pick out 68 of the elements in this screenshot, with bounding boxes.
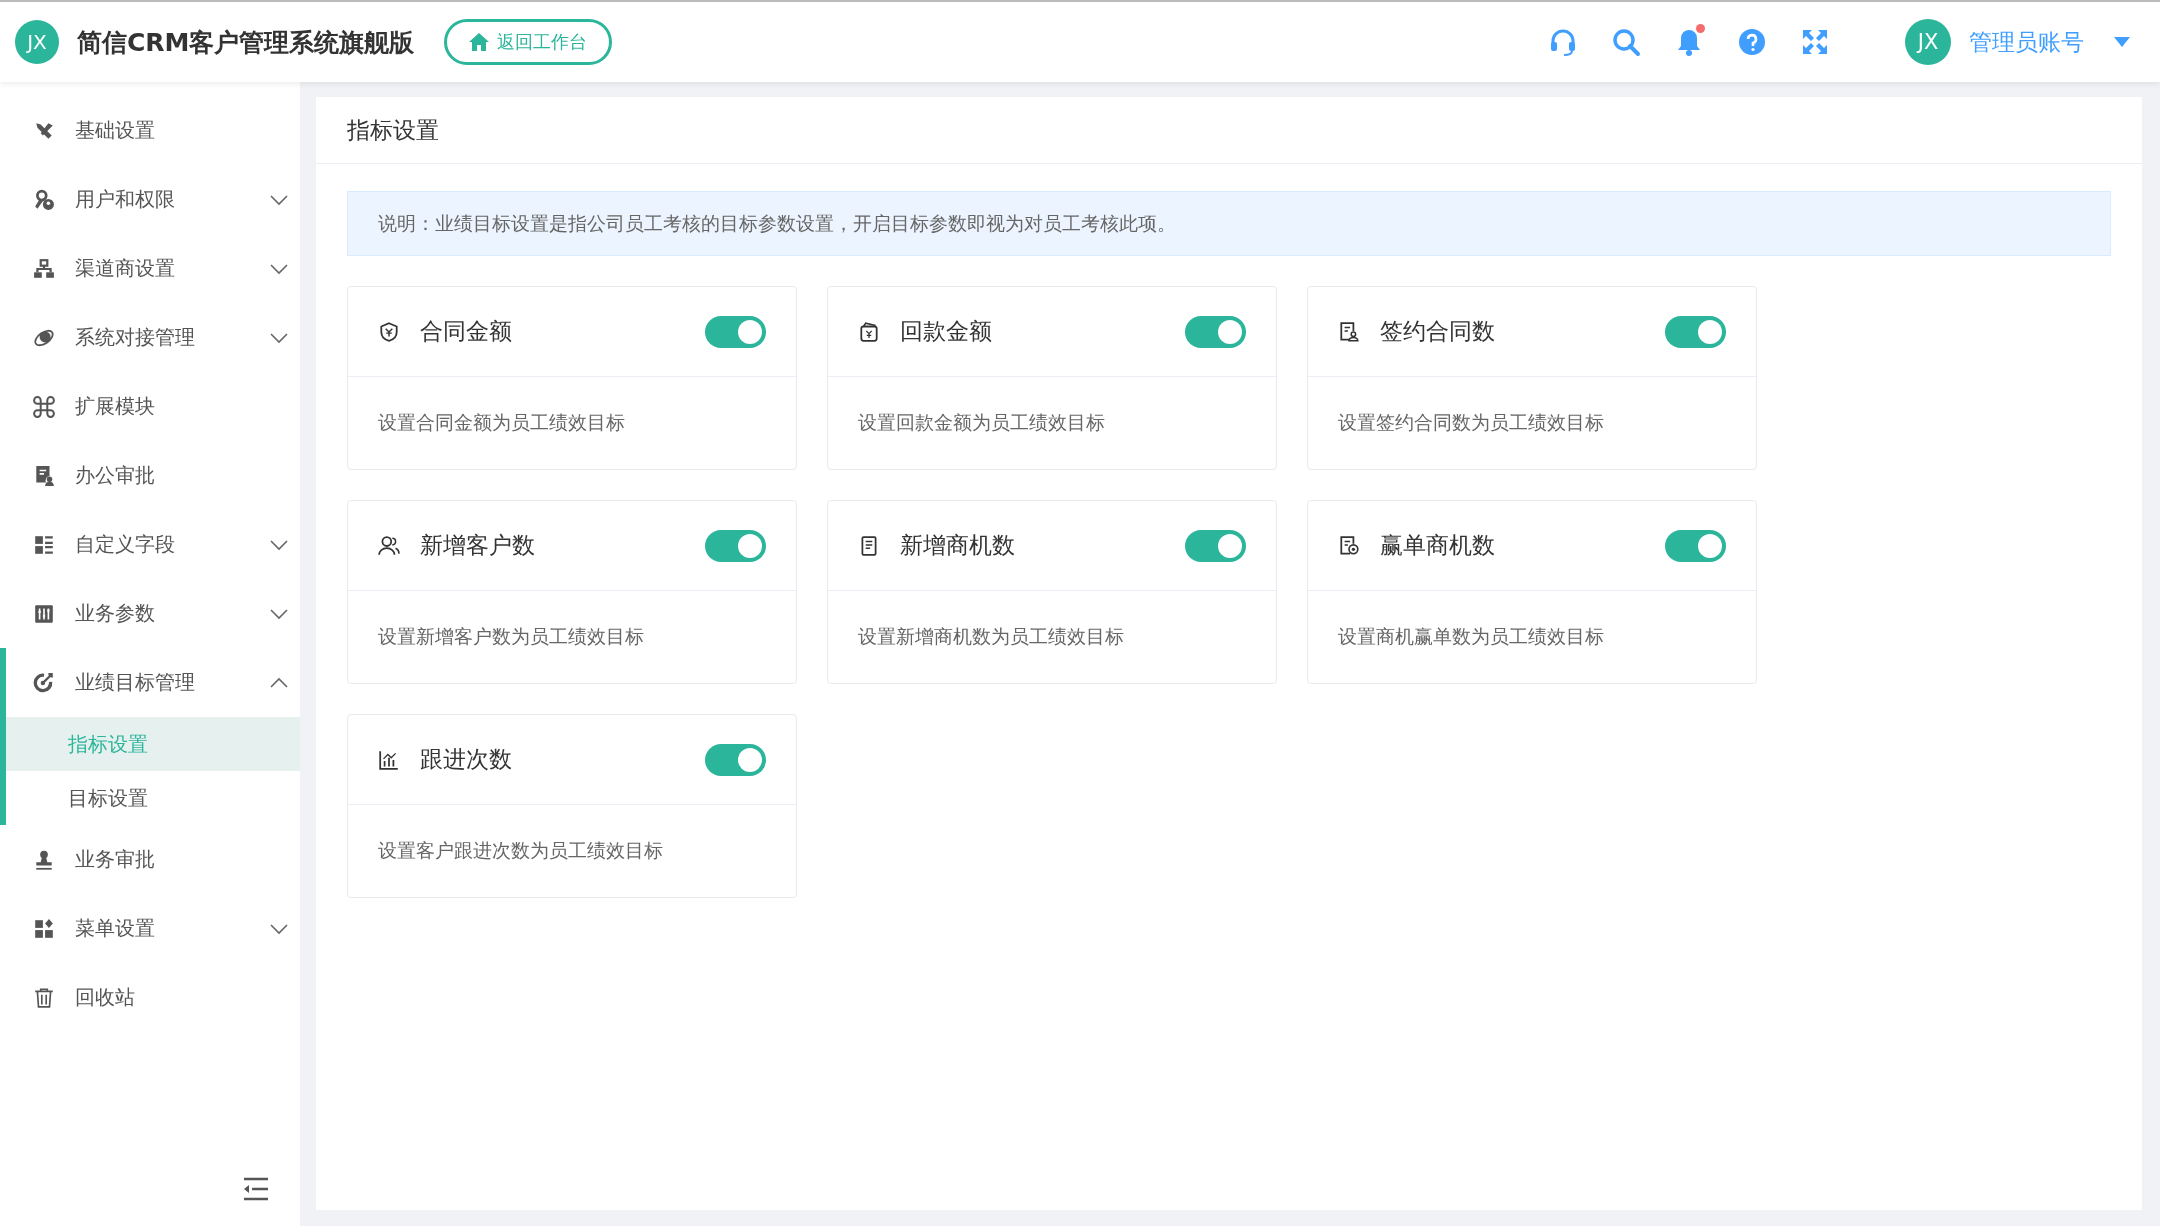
shield-yen-icon	[378, 320, 400, 343]
chevron-icon	[270, 262, 288, 275]
help-icon[interactable]	[1737, 27, 1767, 57]
sidebar-item[interactable]: 业务审批	[0, 825, 300, 894]
submenu-item[interactable]: 目标设置	[6, 771, 300, 825]
command-icon	[33, 395, 55, 418]
card-title: 赢单商机数	[1380, 531, 1496, 560]
toggle-switch[interactable]	[705, 315, 766, 348]
sidebar-item[interactable]: 业务参数	[0, 579, 300, 648]
sidebar-item[interactable]: 渠道商设置	[0, 234, 300, 303]
home-icon	[469, 33, 490, 51]
stamp-icon	[33, 848, 55, 871]
users-icon	[378, 534, 400, 557]
sidebar-item[interactable]: 基础设置	[0, 96, 300, 165]
sidebar-item[interactable]: 系统对接管理	[0, 303, 300, 372]
toggle-switch[interactable]	[1185, 315, 1246, 348]
sidebar-item[interactable]: 自定义字段	[0, 510, 300, 579]
sidebar-item[interactable]: 菜单设置	[0, 894, 300, 963]
logo: JX	[15, 20, 59, 64]
key-user-icon	[33, 188, 55, 211]
contract-user-icon	[1338, 320, 1360, 343]
widgets-icon	[33, 917, 55, 940]
sidebar-item[interactable]: 回收站	[0, 963, 300, 1032]
chevron-icon	[270, 607, 288, 620]
target-icon	[33, 671, 55, 694]
card-description: 设置新增客户数为员工绩效目标	[377, 624, 645, 649]
notice-text: 说明：业绩目标设置是指公司员工考核的目标参数设置，开启目标参数即视为对员工考核此项。	[347, 191, 2111, 256]
sidebar-item[interactable]: 业绩目标管理	[6, 648, 300, 717]
sidebar-item[interactable]: 扩展模块	[0, 372, 300, 441]
card-title: 跟进次数	[420, 745, 513, 774]
toggle-switch[interactable]	[1185, 529, 1246, 562]
hierarchy-icon	[33, 257, 55, 280]
caret-icon[interactable]	[2114, 37, 2130, 47]
toggle-switch[interactable]	[705, 529, 766, 562]
card-description: 设置客户跟进次数为员工绩效目标	[377, 838, 664, 863]
search-icon[interactable]	[1611, 27, 1641, 57]
chevron-icon	[270, 193, 288, 206]
list-icon	[33, 533, 55, 556]
card-title: 回款金额	[900, 317, 993, 346]
toggle-switch[interactable]	[705, 743, 766, 776]
chevron-icon	[270, 538, 288, 551]
chevron-icon	[270, 676, 288, 689]
fullscreen-icon[interactable]	[1800, 27, 1830, 57]
document-user-icon	[33, 464, 55, 487]
card-title: 签约合同数	[1380, 317, 1496, 346]
toggle-switch[interactable]	[1665, 529, 1726, 562]
bar-chart-icon	[378, 748, 400, 771]
trash-icon	[33, 986, 55, 1009]
card-title: 新增商机数	[900, 531, 1016, 560]
card-description: 设置回款金额为员工绩效目标	[857, 410, 1106, 435]
sliders-icon	[33, 602, 55, 625]
sidebar-item[interactable]: 用户和权限	[0, 165, 300, 234]
card-description: 设置合同金额为员工绩效目标	[377, 410, 626, 435]
card-title: 新增客户数	[420, 531, 536, 560]
app-title: 简信CRM客户管理系统旗舰版	[77, 26, 415, 59]
collapse-menu-icon[interactable]	[242, 1177, 270, 1201]
card-description: 设置商机赢单数为员工绩效目标	[1337, 624, 1605, 649]
chevron-icon	[270, 331, 288, 344]
card-description: 设置签约合同数为员工绩效目标	[1337, 410, 1605, 435]
card-description: 设置新增商机数为员工绩效目标	[857, 624, 1125, 649]
chevron-icon	[270, 922, 288, 935]
sidebar-item[interactable]: 办公审批	[0, 441, 300, 510]
card-title: 合同金额	[420, 317, 513, 346]
toggle-switch[interactable]	[1665, 315, 1726, 348]
headset-icon[interactable]	[1548, 27, 1578, 57]
panel-title: 指标设置	[316, 97, 2142, 164]
wallet-yen-icon	[858, 320, 880, 343]
document-target-icon	[1338, 534, 1360, 557]
